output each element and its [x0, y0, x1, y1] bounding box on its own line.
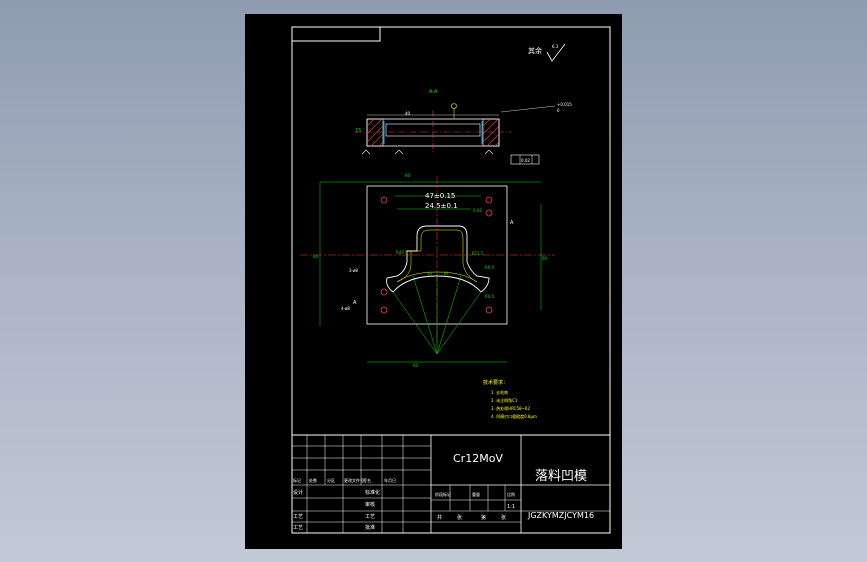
flatness-value: 0.02 — [521, 158, 530, 163]
tb-row-std: 标准化 — [365, 489, 380, 496]
overall-width-bottom: 60 — [413, 363, 419, 368]
tb-row-craft: 工艺 — [293, 514, 303, 520]
hole-top-right — [485, 196, 493, 204]
sheet-total-unit: 张 — [457, 514, 462, 521]
tb-label-change: 更改文件号 — [344, 477, 364, 483]
tb-row-approve: 批准 — [365, 524, 375, 531]
right-tolerance-upper: +0.015 — [557, 102, 572, 107]
tb-label-count: 处数 — [309, 477, 317, 483]
right-height-dim: 60 — [542, 256, 548, 261]
view-label-a2: A — [353, 300, 357, 306]
stage-mark-label: 阶段标记 — [435, 491, 451, 497]
tb-row-design: 设计 — [293, 489, 303, 496]
weight-label: 重量 — [472, 491, 480, 497]
sheet-total-label: 共 — [437, 514, 442, 521]
part-name: 落料凹模 — [535, 469, 587, 484]
tolerance-box: 0.02 — [473, 208, 482, 213]
tb-row-check: 审核 — [365, 501, 375, 508]
title-block: 标记 处数 分区 更改文件号 签名 年月日 设计 标准化 审核 工艺 工艺 工艺… — [291, 434, 611, 534]
hole-top-left — [380, 196, 388, 204]
material-label: Cr12MoV — [453, 452, 503, 465]
drawing-sheet: 其余 6.3 A-A 15 40 +0.015 0 0.02 60 60 60 … — [245, 14, 622, 549]
section-view: 15 40 +0.015 0 0.02 — [355, 102, 572, 165]
angle-label-1: 10 — [427, 271, 433, 276]
tb-label-zone: 分区 — [327, 477, 335, 483]
overall-width-top: 60 — [405, 173, 411, 178]
roughness-value: 6.3 — [552, 44, 559, 49]
right-tolerance-lower: 0 — [557, 108, 560, 113]
width-47-dim: 47±0.15 — [425, 192, 455, 200]
technical-notes: 技术要求： 1. 去毛刺 2. 未注倒角C1 3. 热处理HRC58~62 4.… — [483, 379, 537, 419]
section-height-dim: 15 — [355, 128, 361, 134]
note-item-3: 3. 热处理HRC58~62 — [491, 405, 530, 411]
view-label-a: A — [510, 220, 514, 226]
cavity-outline — [386, 225, 490, 293]
hole-note-3: 3-ø8 — [349, 268, 358, 273]
radius-0-5-a: R0.5 — [485, 265, 495, 270]
radius-0-5-b: R0.5 — [485, 294, 495, 299]
drawing-number: JGZKYMZJCYM16 — [527, 511, 594, 520]
note-item-2: 2. 未注倒角C1 — [491, 397, 518, 403]
tb-row-process-2: 工艺 — [293, 525, 303, 531]
note-item-4: 4. 凹模刃口粗糙度0.8μm — [491, 413, 537, 419]
radius-11-5: R11.5 — [472, 251, 484, 256]
scale-value: 1:1 — [507, 504, 515, 510]
tb-row-process: 工艺 — [365, 514, 375, 520]
hole-bottom-right — [485, 306, 493, 314]
tb-label-sign: 签名 — [363, 477, 371, 483]
roughness-note: 其余 — [528, 46, 542, 55]
radius-47-5: R47.5 — [396, 250, 408, 255]
hole-mid-right — [485, 209, 493, 217]
notes-title: 技术要求： — [483, 379, 508, 386]
plan-view: 60 60 60 60 47±0.15 24.5±0.1 R47.5 R11.5… — [300, 173, 555, 368]
section-label: A-A — [429, 89, 438, 95]
width-24-dim: 24.5±0.1 — [425, 202, 458, 210]
hole-note-4: 4-ø8 — [341, 306, 350, 311]
hole-bottom-left — [380, 306, 388, 314]
sheet-no-label: 第 — [481, 514, 486, 521]
hole-mid-left — [380, 288, 388, 296]
tb-label-mark: 标记 — [293, 477, 301, 483]
tb-label-date: 年月日 — [384, 477, 396, 483]
note-item-1: 1. 去毛刺 — [491, 389, 508, 395]
section-width-dim: 40 — [405, 111, 411, 116]
angle-label-2: 10 — [443, 271, 449, 276]
sheet-no-unit: 张 — [501, 514, 506, 521]
scale-label: 比例 — [507, 491, 515, 497]
drawing-canvas: 其余 6.3 A-A 15 40 +0.015 0 0.02 60 60 60 … — [291, 26, 611, 534]
code-box — [291, 26, 381, 42]
